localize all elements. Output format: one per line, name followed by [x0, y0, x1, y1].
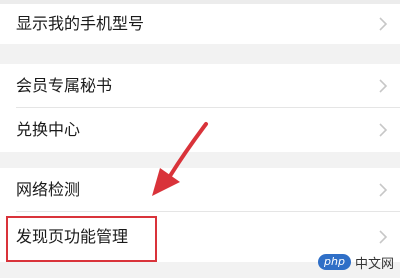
settings-group-1: 显示我的手机型号 — [0, 4, 400, 44]
chevron-right-icon — [379, 183, 388, 197]
chevron-right-icon — [379, 17, 388, 31]
settings-row-show-phone-model[interactable]: 显示我的手机型号 — [0, 4, 400, 44]
row-label: 兑换中心 — [16, 120, 81, 139]
chevron-right-icon — [379, 123, 388, 137]
settings-row-member-secretary[interactable]: 会员专属秘书 — [0, 64, 400, 108]
settings-row-network-check[interactable]: 网络检测 — [0, 168, 400, 212]
settings-row-redeem-center[interactable]: 兑换中心 — [0, 108, 400, 152]
chevron-right-icon — [379, 230, 388, 244]
highlight-box — [6, 216, 157, 262]
row-label: 显示我的手机型号 — [16, 14, 145, 33]
watermark: php 中文网 — [318, 252, 394, 272]
settings-group-2: 会员专属秘书 兑换中心 — [0, 64, 400, 152]
chevron-right-icon — [379, 79, 388, 93]
row-label: 会员专属秘书 — [16, 76, 113, 95]
watermark-logo: php — [318, 254, 351, 270]
watermark-text: 中文网 — [354, 256, 394, 272]
row-label: 网络检测 — [16, 180, 81, 199]
